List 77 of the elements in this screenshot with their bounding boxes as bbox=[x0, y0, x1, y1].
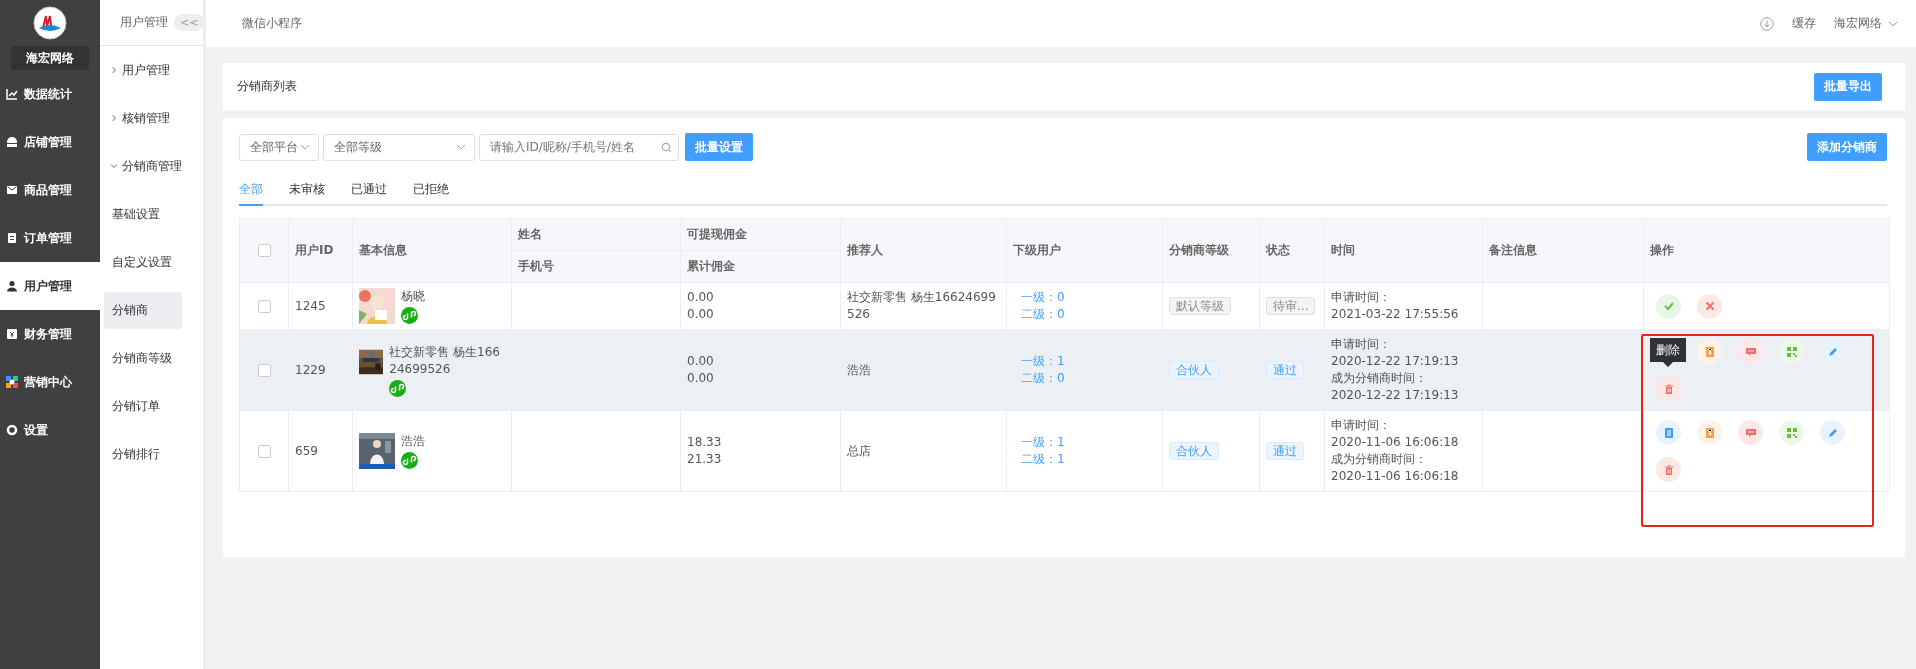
submenu-item[interactable]: 分销排行 bbox=[104, 435, 182, 473]
section-title: 用户管理 bbox=[120, 14, 168, 31]
column-header: 操作 bbox=[1650, 243, 1674, 257]
tab[interactable]: 已拒绝 bbox=[413, 181, 449, 206]
sidebar-item[interactable]: 商品管理 bbox=[0, 166, 100, 214]
sidebar-item[interactable]: 店铺管理 bbox=[0, 118, 100, 166]
level-tag: 合伙人 bbox=[1169, 361, 1219, 379]
status-tag: 通过 bbox=[1266, 361, 1304, 379]
tab[interactable]: 未审核 bbox=[289, 181, 325, 206]
table-cell: 总店 bbox=[847, 443, 871, 458]
account-name[interactable]: 海宏网络 bbox=[1834, 15, 1882, 32]
time-text: 2021-03-22 17:55:56 bbox=[1331, 306, 1460, 323]
brand-label: 海宏网络 bbox=[11, 46, 89, 70]
search-field[interactable]: 请输入ID/昵称/手机号/姓名 bbox=[479, 133, 679, 161]
nickname: 社交新零售 杨生16624699526 bbox=[389, 343, 501, 378]
submenu-item[interactable]: 分销商 bbox=[104, 291, 182, 329]
time-text: 申请时间： bbox=[1331, 336, 1392, 353]
time-text: 2020-11-06 16:06:18 bbox=[1331, 468, 1460, 485]
column-header: 可提现佣金 bbox=[687, 227, 747, 241]
level-tag: 默认等级 bbox=[1169, 297, 1231, 315]
cache-link[interactable]: 缓存 bbox=[1792, 15, 1816, 32]
column-header: 手机号 bbox=[518, 259, 554, 273]
level-tag: 合伙人 bbox=[1169, 442, 1219, 460]
column-header: 推荐人 bbox=[847, 243, 883, 257]
table-cell-text: 0.00 bbox=[687, 370, 715, 387]
time-text: 2020-12-22 17:19:13 bbox=[1331, 387, 1460, 404]
sidebar-item[interactable]: 用户管理 bbox=[0, 262, 100, 310]
table-row[interactable]: 1245 杨晓 0.00 0.00 社交新零售 杨生16624699526 一级：0 二级：0 默认等级 待审... 申请时间： 2021-03-22 17:55:56 bbox=[239, 282, 1890, 330]
card-title: 分销商列表 bbox=[237, 78, 297, 95]
table-cell-text: 0.00 bbox=[687, 289, 715, 306]
status-tag: 待审... bbox=[1266, 297, 1316, 315]
sidebar-item[interactable]: 财务管理 bbox=[0, 310, 100, 358]
column-header: 用户ID bbox=[295, 243, 334, 257]
table-cell-text: 21.33 bbox=[687, 451, 723, 468]
submenu-item[interactable]: 自定义设置 bbox=[104, 243, 182, 281]
column-header: 累计佣金 bbox=[687, 259, 735, 273]
column-header: 备注信息 bbox=[1489, 243, 1537, 257]
table-cell-text: 0.00 bbox=[687, 306, 715, 323]
tab[interactable]: 已通过 bbox=[351, 181, 387, 206]
sidebar-item[interactable]: 数据统计 bbox=[0, 70, 100, 118]
table-cell: 1229 bbox=[295, 362, 326, 377]
table-cell-text: 0.00 bbox=[687, 353, 715, 370]
submenu-group[interactable]: 分销商管理 bbox=[100, 142, 203, 190]
nickname: 杨晓 bbox=[401, 288, 425, 305]
submenu-item[interactable]: 基础设置 bbox=[104, 195, 182, 233]
column-header: 时间 bbox=[1331, 243, 1355, 257]
time-text: 成为分销商时间： bbox=[1331, 370, 1428, 387]
time-text: 成为分销商时间： bbox=[1331, 451, 1428, 468]
column-header: 分销商等级 bbox=[1169, 243, 1229, 257]
submenu-group[interactable]: 核销管理 bbox=[100, 94, 203, 142]
nickname: 浩浩 bbox=[401, 433, 425, 450]
submenu-group[interactable]: 用户管理 bbox=[100, 46, 203, 94]
table-cell-text: 18.33 bbox=[687, 434, 723, 451]
page-title: 微信小程序 bbox=[242, 15, 302, 32]
time-text: 2020-11-06 16:06:18 bbox=[1331, 434, 1460, 451]
time-text: 2020-12-22 17:19:13 bbox=[1331, 353, 1460, 370]
table-cell: 659 bbox=[295, 443, 318, 458]
status-tag: 通过 bbox=[1266, 442, 1304, 460]
time-text: 申请时间： bbox=[1331, 417, 1392, 434]
table-cell: 1245 bbox=[295, 298, 326, 313]
table-row[interactable]: 659 浩浩 18.33 21.33 总店 一级：1 二级：1 合伙人 通过 申请时间： 2020-11-06 16:06:18 成为分销商时间： 2020-11-06 16:06:18 bbox=[239, 410, 1890, 492]
sidebar-item[interactable]: 营销中心 bbox=[0, 358, 100, 406]
table-cell: 社交新零售 杨生16624699526 bbox=[847, 290, 996, 321]
sidebar-item[interactable]: 订单管理 bbox=[0, 214, 100, 262]
platform-select[interactable]: 全部平台 bbox=[239, 133, 319, 161]
column-header: 姓名 bbox=[518, 227, 542, 241]
submenu-item[interactable]: 分销商等级 bbox=[104, 339, 182, 377]
column-header: 状态 bbox=[1266, 243, 1290, 257]
table-cell: 浩浩 bbox=[847, 362, 871, 377]
level-select[interactable]: 全部等级 bbox=[323, 133, 475, 161]
time-text: 申请时间： bbox=[1331, 289, 1392, 306]
sidebar-item[interactable]: 设置 bbox=[0, 406, 100, 454]
column-header: 基本信息 bbox=[359, 243, 407, 257]
table-row[interactable]: 1229 社交新零售 杨生16624699526 0.00 0.00 浩浩 一级：1 二级：0 合伙人 通过 申请时间： 2020-12-22 17:19:13 成为分销商时间： 2020-12-22 17:19:13 删除 bbox=[239, 329, 1890, 411]
tooltip: 删除 bbox=[1650, 338, 1686, 367]
column-header: 下级用户 bbox=[1013, 243, 1061, 257]
submenu-item[interactable]: 分销订单 bbox=[104, 387, 182, 425]
